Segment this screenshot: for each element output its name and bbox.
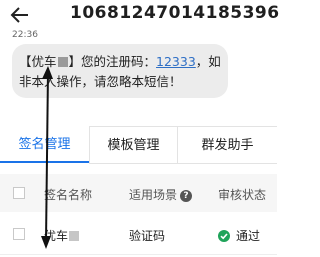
header-scene-label: 适用场景 [129, 188, 178, 202]
status-text: 通过 [236, 229, 261, 243]
scene-cell: 验证码 [129, 229, 166, 243]
tab-bulk-send-assistant[interactable]: 群发助手 [178, 126, 277, 163]
signature-name: 优车 [44, 229, 69, 243]
header-scene: 适用场景? [129, 186, 193, 203]
help-icon[interactable]: ? [180, 190, 193, 202]
header-signature-name: 签名名称 [44, 188, 93, 202]
tab-signature-management[interactable]: 签名管理 [0, 126, 89, 163]
status-cell: 通过 [218, 227, 260, 244]
message-line-2: 非本人操作，请忽略本短信！ [19, 74, 182, 89]
tab-template-management[interactable]: 模板管理 [89, 126, 178, 163]
check-circle-icon [218, 230, 230, 242]
brand-prefix: 【优车 [19, 54, 57, 69]
verification-code-link[interactable]: 12333 [156, 54, 196, 69]
tab-bar-divider [89, 163, 277, 164]
brand-suffix: 】您的注册码： [68, 54, 157, 69]
message-time: 22:36 [12, 30, 38, 40]
table-row: 优车 验证码 通过 [0, 214, 277, 255]
select-all-checkbox[interactable] [13, 187, 25, 199]
sms-header: 10681247014185396 [0, 0, 280, 28]
after-code-text: ，如 [195, 54, 221, 69]
signature-name-cell: 优车 [44, 227, 80, 244]
masked-brand-char [57, 57, 68, 67]
message-bubble: 【优车 】您的注册码：12333，如 非本人操作，请忽略本短信！ [12, 44, 228, 98]
masked-name-char [69, 231, 80, 241]
row-checkbox[interactable] [13, 228, 25, 240]
back-arrow-icon[interactable] [9, 4, 31, 26]
sender-number: 10681247014185396 [70, 3, 280, 23]
table-header: 签名名称 适用场景? 审核状态 [0, 174, 277, 212]
tab-bar: 签名管理 模板管理 群发助手 [0, 126, 277, 164]
message-line-1: 【优车 】您的注册码：12333，如 [19, 54, 221, 70]
header-review-status: 审核状态 [218, 188, 267, 202]
